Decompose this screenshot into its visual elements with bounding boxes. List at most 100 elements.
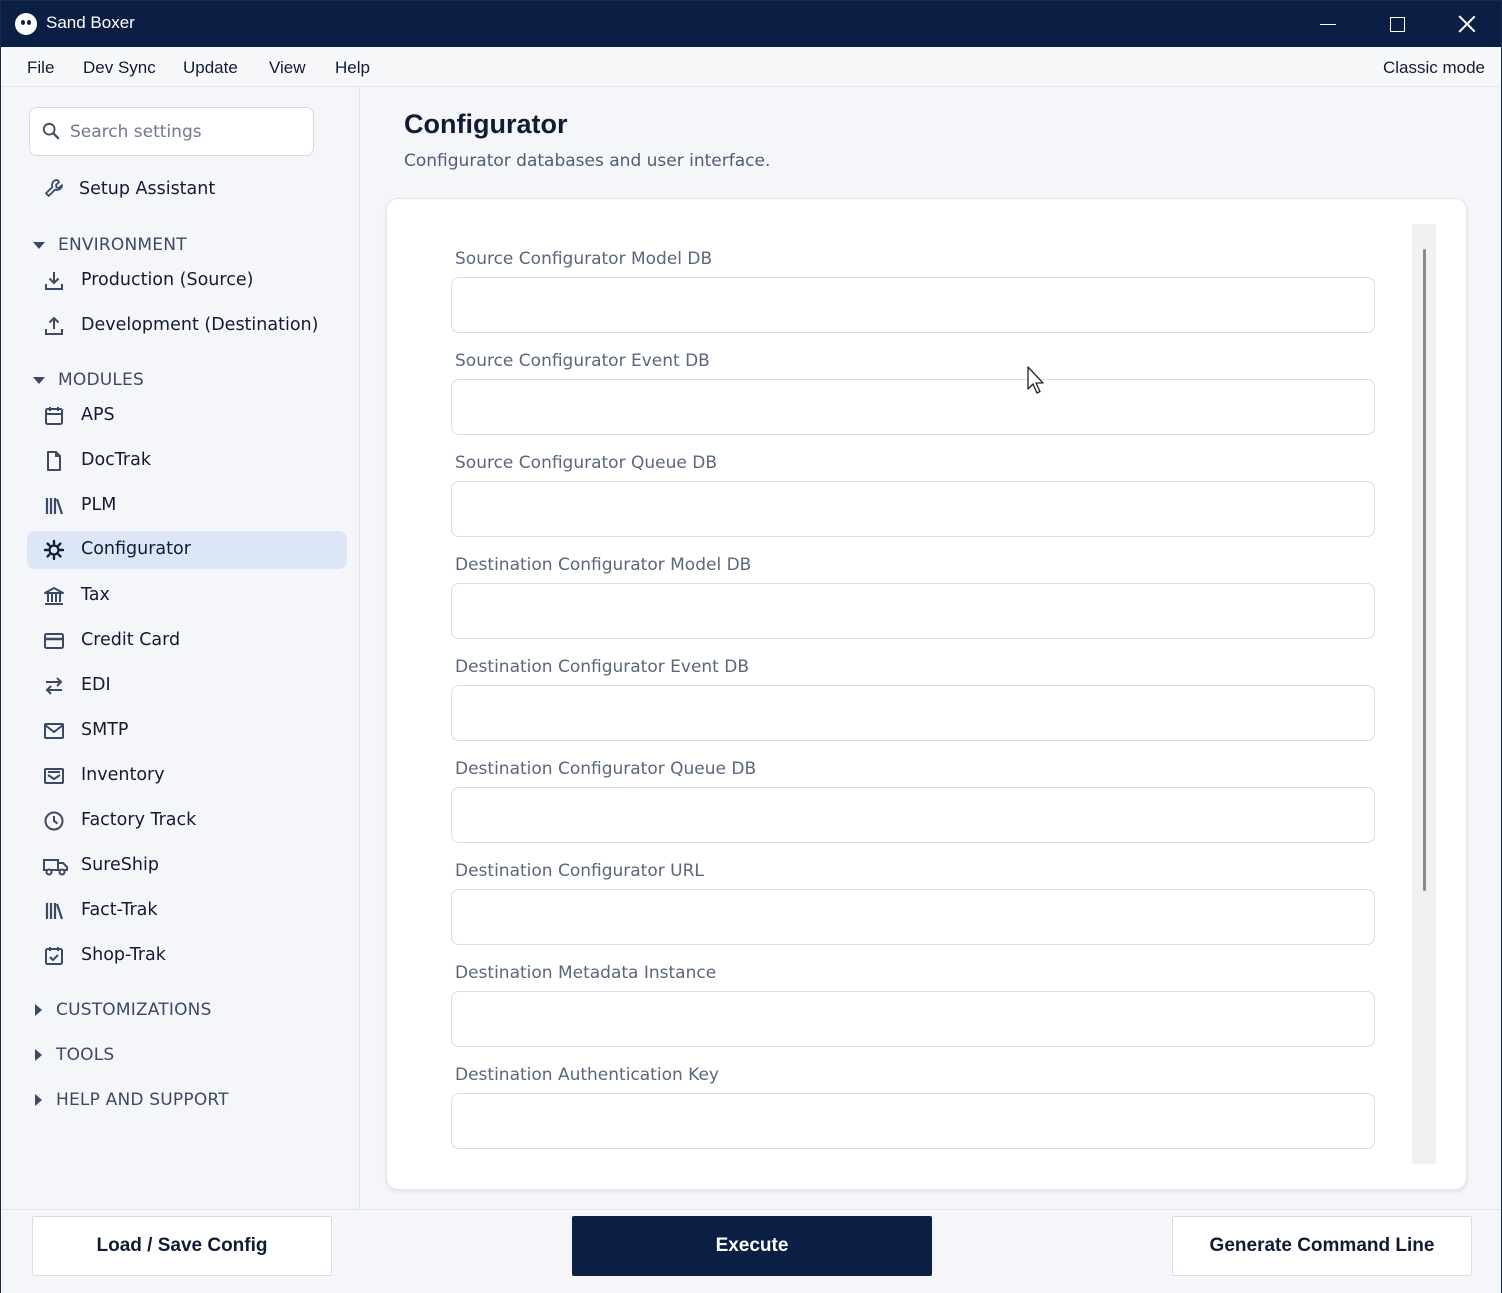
sidebar-item-aps[interactable]: APS <box>27 397 347 435</box>
gear-icon <box>43 539 65 561</box>
field-label: Destination Metadata Instance <box>455 963 717 983</box>
clock-icon <box>44 811 64 831</box>
search-input[interactable] <box>70 116 300 148</box>
destination-metadata-instance-input[interactable] <box>451 991 1375 1047</box>
mouse-cursor-icon <box>1027 366 1044 394</box>
credit-card-icon <box>44 633 64 649</box>
classic-mode-link[interactable]: Classic mode <box>1383 58 1485 78</box>
inbox-icon <box>44 768 64 784</box>
scrollbar-thumb[interactable] <box>1423 249 1426 891</box>
destination-configurator-model-db-input[interactable] <box>451 583 1375 639</box>
mail-icon <box>44 723 64 739</box>
sidebar-item-label: Configurator <box>81 539 191 559</box>
sidebar-item-fact-trak[interactable]: Fact-Trak <box>27 892 347 930</box>
field-label: Destination Configurator Model DB <box>455 555 752 575</box>
field-label: Source Configurator Queue DB <box>455 453 717 473</box>
section-customizations[interactable]: CUSTOMIZATIONS <box>31 998 212 1022</box>
sidebar-item-smtp[interactable]: SMTP <box>27 712 347 750</box>
section-label: ENVIRONMENT <box>58 235 187 255</box>
section-environment[interactable]: ENVIRONMENT <box>31 233 187 257</box>
menu-bar: File Dev Sync Update View Help Classic m… <box>1 47 1501 87</box>
execute-button[interactable]: Execute <box>572 1216 932 1276</box>
maximize-icon <box>1389 16 1405 32</box>
page-title: Configurator <box>404 109 568 139</box>
chevron-down-icon <box>33 241 45 249</box>
scrollbar[interactable] <box>1412 224 1436 1164</box>
section-label: HELP AND SUPPORT <box>56 1090 229 1110</box>
sidebar-item-label: Fact-Trak <box>81 900 158 920</box>
field-label: Destination Authentication Key <box>455 1065 719 1085</box>
upload-icon <box>45 316 63 335</box>
app-logo-icon <box>15 13 37 35</box>
load-save-config-button[interactable]: Load / Save Config <box>32 1216 332 1276</box>
source-configurator-event-db-input[interactable] <box>451 379 1375 435</box>
search-box <box>29 107 314 156</box>
destination-configurator-queue-db-input[interactable] <box>451 787 1375 843</box>
page-subtitle: Configurator databases and user interfac… <box>404 151 771 171</box>
title-bar: Sand Boxer <box>1 1 1501 47</box>
sidebar-item-label: APS <box>81 405 115 425</box>
settings-card: Source Configurator Model DB Source Conf… <box>386 198 1467 1190</box>
truck-icon <box>43 859 68 876</box>
calendar-icon <box>45 407 63 425</box>
menu-help[interactable]: Help <box>335 58 370 78</box>
section-label: CUSTOMIZATIONS <box>56 1000 212 1020</box>
sidebar-item-credit-card[interactable]: Credit Card <box>27 622 347 660</box>
sidebar-item-production-source[interactable]: Production (Source) <box>27 262 347 300</box>
sidebar-item-tax[interactable]: Tax <box>27 577 347 615</box>
menu-dev-sync[interactable]: Dev Sync <box>83 58 156 78</box>
section-tools[interactable]: TOOLS <box>31 1043 114 1067</box>
menu-update[interactable]: Update <box>183 58 238 78</box>
library-icon <box>45 498 64 515</box>
sidebar-item-factory-track[interactable]: Factory Track <box>27 802 347 840</box>
minimize-icon <box>1320 23 1336 25</box>
menu-view[interactable]: View <box>269 58 306 78</box>
generate-command-line-button[interactable]: Generate Command Line <box>1172 1216 1472 1276</box>
source-configurator-model-db-input[interactable] <box>451 277 1375 333</box>
close-icon <box>1458 15 1476 33</box>
sidebar-item-label: Tax <box>81 585 110 605</box>
wrench-icon <box>45 179 63 197</box>
field-label: Source Configurator Event DB <box>455 351 710 371</box>
menu-file[interactable]: File <box>27 58 54 78</box>
field-label: Destination Configurator URL <box>455 861 704 881</box>
sidebar-item-label: SureShip <box>81 855 159 875</box>
field-label: Destination Configurator Event DB <box>455 657 749 677</box>
exchange-icon <box>45 677 63 695</box>
sidebar-item-label: DocTrak <box>81 450 151 470</box>
sidebar-item-setup-assistant[interactable]: Setup Assistant <box>27 171 347 209</box>
sidebar-item-configurator[interactable]: Configurator <box>27 531 347 569</box>
maximize-button[interactable] <box>1362 1 1432 47</box>
sidebar-item-doctrak[interactable]: DocTrak <box>27 442 347 480</box>
sidebar-item-label: EDI <box>81 675 111 695</box>
destination-authentication-key-input[interactable] <box>451 1093 1375 1149</box>
close-button[interactable] <box>1432 1 1502 47</box>
destination-configurator-event-db-input[interactable] <box>451 685 1375 741</box>
chevron-right-icon <box>35 1004 42 1016</box>
calendar-check-icon <box>45 947 63 965</box>
section-help-and-support[interactable]: HELP AND SUPPORT <box>31 1088 229 1112</box>
sidebar-item-inventory[interactable]: Inventory <box>27 757 347 795</box>
sidebar: Setup Assistant ENVIRONMENT Production (… <box>1 87 360 1209</box>
sidebar-item-label: Production (Source) <box>81 270 254 290</box>
sidebar-item-label: SMTP <box>81 720 129 740</box>
chevron-down-icon <box>33 376 45 384</box>
sidebar-item-label: Credit Card <box>81 630 181 650</box>
app-window: Sand Boxer File Dev Sync Update View Hel… <box>0 0 1502 1293</box>
source-configurator-queue-db-input[interactable] <box>451 481 1375 537</box>
destination-configurator-url-input[interactable] <box>451 889 1375 945</box>
sidebar-item-sureship[interactable]: SureShip <box>27 847 347 885</box>
minimize-button[interactable] <box>1293 1 1363 47</box>
sidebar-item-plm[interactable]: PLM <box>27 487 347 525</box>
sidebar-item-edi[interactable]: EDI <box>27 667 347 705</box>
bank-icon <box>44 587 64 605</box>
sidebar-item-label: Development (Destination) <box>81 315 319 335</box>
field-label: Source Configurator Model DB <box>455 249 713 269</box>
sidebar-item-label: Shop-Trak <box>81 945 166 965</box>
sidebar-item-label: PLM <box>81 495 117 515</box>
section-modules[interactable]: MODULES <box>31 368 144 392</box>
window-title: Sand Boxer <box>46 13 135 32</box>
sidebar-item-development-destination[interactable]: Development (Destination) <box>27 307 347 345</box>
sidebar-item-shop-trak[interactable]: Shop-Trak <box>27 937 347 975</box>
sidebar-item-label: Setup Assistant <box>79 179 216 199</box>
